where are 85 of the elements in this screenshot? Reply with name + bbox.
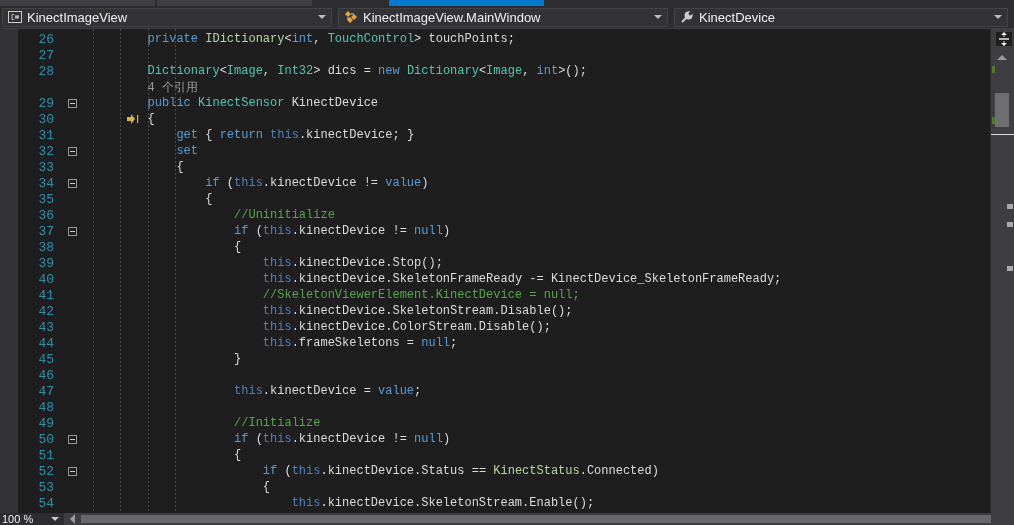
line-number: 54 — [37, 495, 54, 511]
caret-icon — [994, 15, 1002, 19]
code-line: { — [261, 480, 271, 494]
collapse-icon[interactable] — [67, 466, 77, 476]
change-marker — [992, 117, 995, 124]
line-number: 44 — [37, 335, 54, 351]
code-line: { — [175, 160, 184, 174]
line-number: 53 — [37, 479, 54, 495]
code-line: public KinectSensor KinectDevice — [146, 96, 379, 110]
collapse-icon[interactable] — [67, 226, 77, 236]
code-line: //Uninitialize — [233, 208, 335, 222]
code-line: private IDictionary<int, TouchControl> touchPoints; — [146, 32, 515, 46]
horizontal-scrollbar[interactable] — [81, 515, 991, 523]
line-number: 31 — [37, 127, 54, 143]
navigation-dropdown[interactable]: KinectImageView.MainWindow — [338, 7, 668, 27]
collapse-icon[interactable] — [67, 146, 77, 156]
line-number: 34 — [37, 175, 54, 191]
code-line: if (this.kinectDevice != null) — [233, 432, 451, 446]
line-number: 48 — [37, 399, 54, 415]
code-line: Dictionary<Image, Int32> dics = new Dictionary<Image, int>(); — [146, 64, 587, 78]
line-number: 50 — [37, 431, 54, 447]
line-number: 28 — [37, 63, 54, 79]
caret-icon — [318, 15, 326, 19]
code-line: this.frameSkeletons = null; — [261, 336, 458, 350]
code-line: //SkeletonViewerElement.KinectDevice = null; — [261, 288, 580, 302]
code-line: this.kinectDevice.SkeletonFrameReady -= KinectDevice_SkeletonFrameReady; — [261, 272, 782, 286]
csharp-file-icon — [8, 11, 22, 23]
line-number: 37 — [37, 223, 54, 239]
reference-count[interactable]: 4 个引用 — [90, 78, 198, 96]
line-number: 35 — [37, 191, 54, 207]
code-line: if (this.kinectDevice != value) — [204, 176, 429, 190]
code-line: this.kinectDevice = value; — [233, 384, 422, 398]
vertical-scrollbar[interactable] — [990, 29, 1014, 513]
line-number: 39 — [37, 255, 54, 271]
code-line: { — [146, 112, 155, 126]
code-line: //Initialize — [233, 416, 321, 430]
scroll-thumb[interactable] — [995, 93, 1009, 127]
code-line: if (this.kinectDevice != null) — [233, 224, 451, 238]
code-line: this.kinectDevice.SkeletonStream.Enable(); — [290, 496, 595, 510]
scroll-marker — [1007, 266, 1013, 271]
code-line: { — [233, 448, 242, 462]
line-number: 43 — [37, 319, 54, 335]
zoom-dropdown[interactable]: 100 % — [0, 513, 64, 525]
scroll-left-icon[interactable] — [70, 514, 75, 524]
code-line: this.kinectDevice.ColorStream.Disable(); — [261, 320, 551, 334]
collapse-icon[interactable] — [67, 98, 77, 108]
line-number: 51 — [37, 447, 54, 463]
line-number: 46 — [37, 367, 54, 383]
code-line: this.kinectDevice.SkeletonStream.Disable(); — [261, 304, 573, 318]
line-number: 41 — [37, 287, 54, 303]
wrench-icon — [680, 10, 694, 24]
change-marker — [992, 66, 995, 73]
code-line: { — [204, 192, 213, 206]
code-line: { — [233, 240, 242, 254]
code-line: set — [175, 144, 199, 158]
line-number: 45 — [37, 351, 54, 367]
caret-icon — [51, 517, 60, 521]
collapse-icon[interactable] — [67, 178, 77, 188]
code-line: } — [233, 352, 242, 366]
split-icon[interactable] — [996, 32, 1012, 46]
line-number: 33 — [37, 159, 54, 175]
scroll-marker — [1007, 204, 1013, 209]
code-line: if (this.kinectDevice.Status == KinectStatus.Connected) — [261, 464, 659, 478]
line-number: 38 — [37, 239, 54, 255]
line-number: 47 — [37, 383, 54, 399]
line-number: 36 — [37, 207, 54, 223]
code-line: this.kinectDevice.Stop(); — [261, 256, 443, 270]
line-number: 29 — [37, 95, 54, 111]
line-number: 40 — [37, 271, 54, 287]
line-number: 30 — [37, 111, 54, 127]
line-number: 49 — [37, 415, 54, 431]
scroll-up-icon[interactable] — [997, 55, 1007, 60]
line-number: 27 — [37, 47, 54, 63]
line-number: 42 — [37, 303, 54, 319]
collapse-icon[interactable] — [67, 434, 77, 444]
caret-icon — [654, 15, 662, 19]
line-number: 52 — [37, 463, 54, 479]
code-line: get { return this.kinectDevice; } — [175, 128, 415, 142]
scroll-marker — [1007, 222, 1013, 227]
caret-position-marker — [991, 134, 1014, 135]
line-number: 26 — [37, 31, 54, 47]
line-number: 32 — [37, 143, 54, 159]
navigation-dropdown[interactable]: KinectImageView — [2, 7, 332, 27]
navigation-dropdown[interactable]: KinectDevice — [674, 7, 1008, 27]
class-icon — [344, 10, 358, 24]
